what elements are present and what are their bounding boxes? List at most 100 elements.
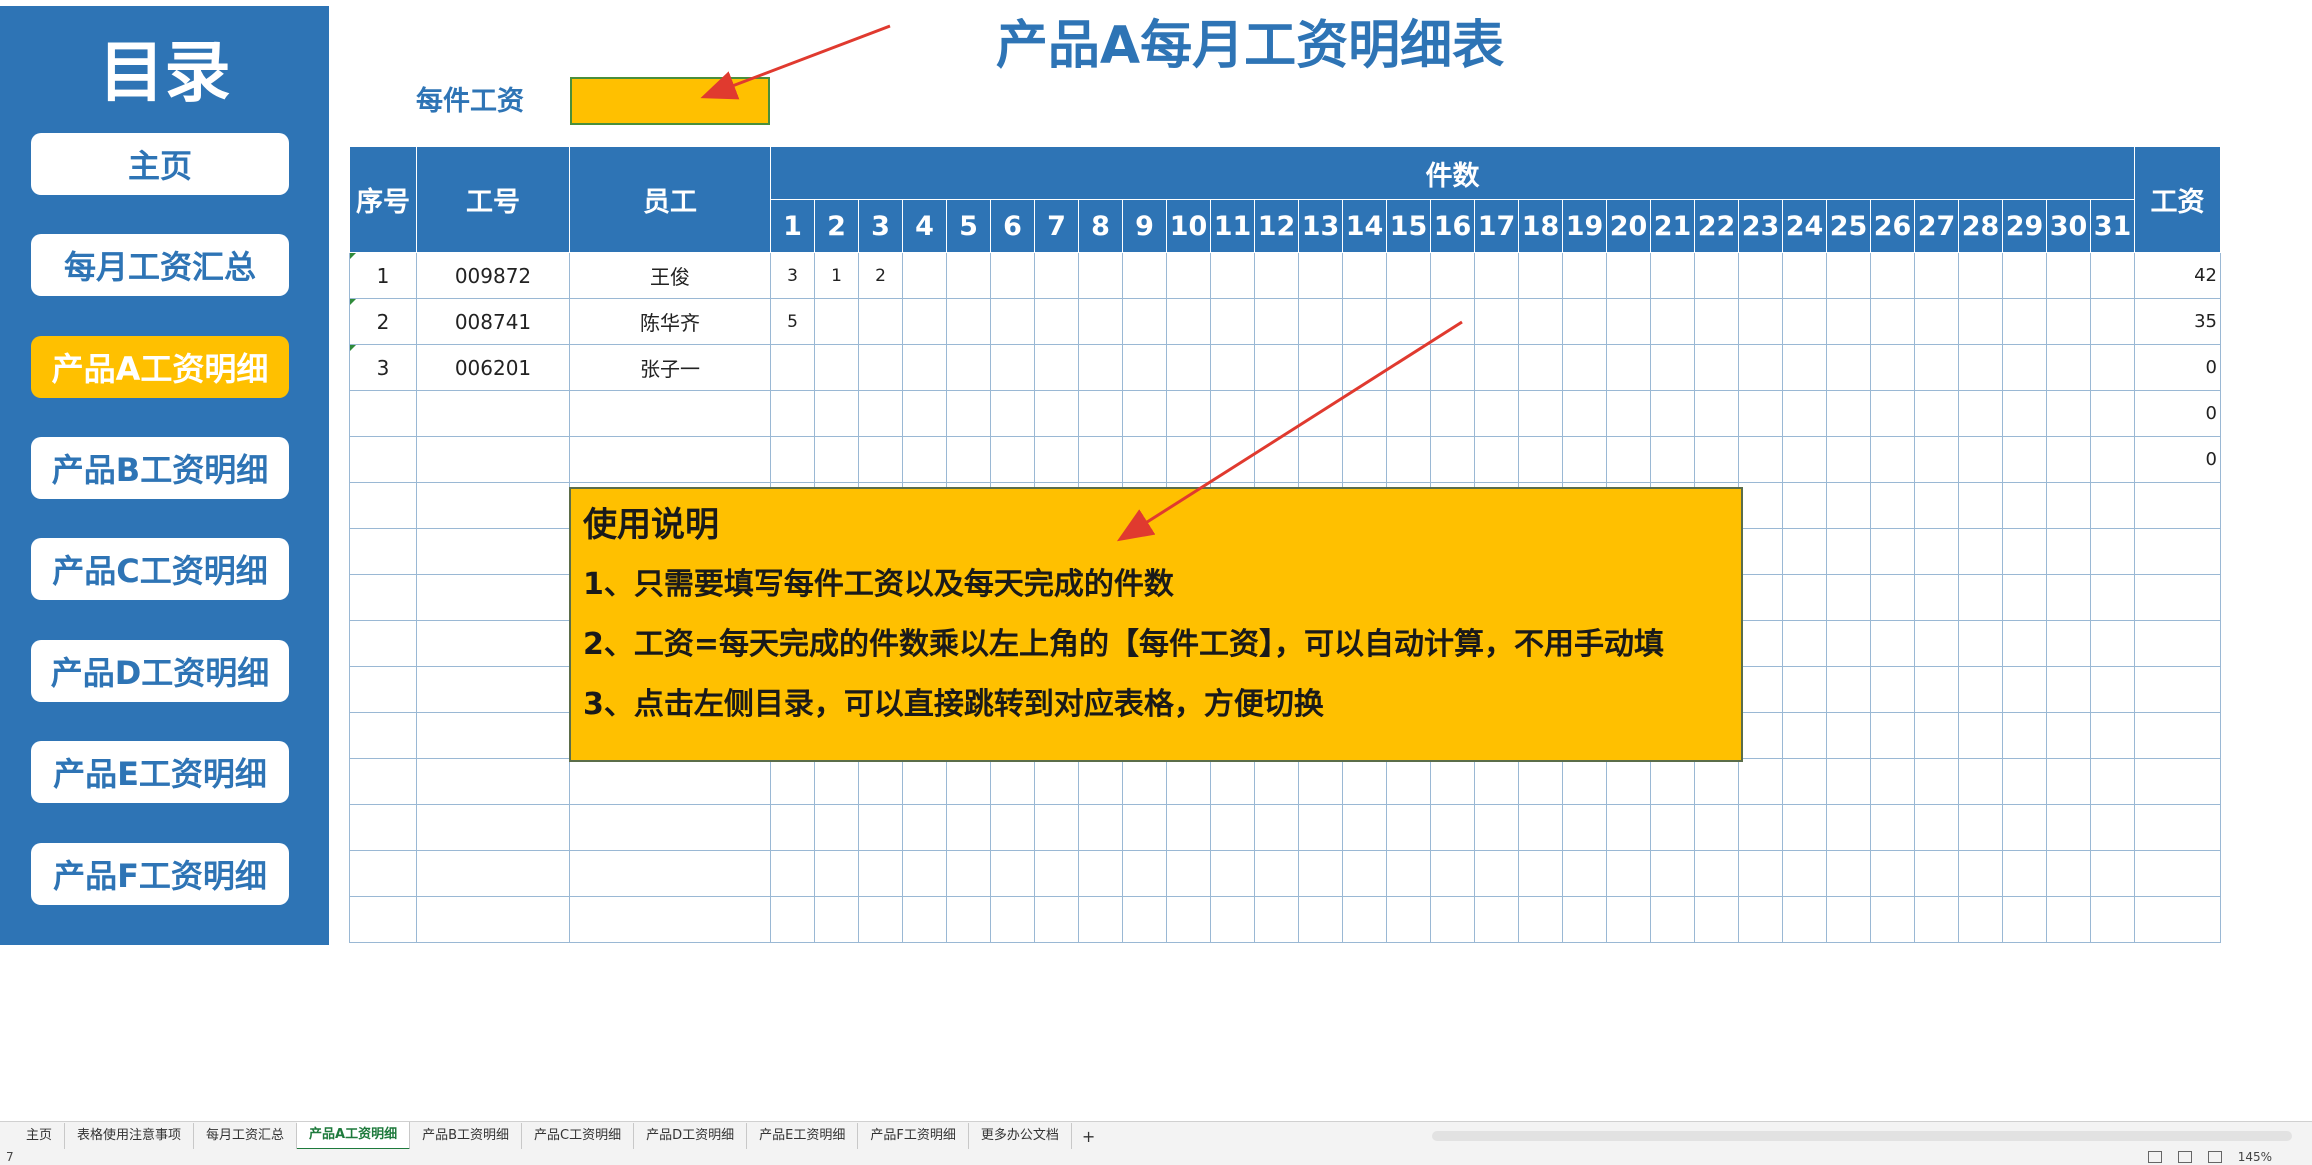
day-cell[interactable]: [1738, 344, 1783, 391]
wage-cell[interactable]: 0: [2134, 344, 2221, 391]
day-cell[interactable]: [1738, 436, 1783, 483]
day-cell[interactable]: [1254, 390, 1299, 437]
seq-cell[interactable]: [349, 850, 417, 897]
day-cell[interactable]: [1826, 574, 1871, 621]
day-cell[interactable]: [770, 344, 815, 391]
day-cell[interactable]: [858, 896, 903, 943]
day-cell[interactable]: [1166, 390, 1211, 437]
day-cell[interactable]: [1870, 896, 1915, 943]
day-cell[interactable]: [1738, 666, 1783, 713]
day-cell[interactable]: [990, 896, 1035, 943]
day-cell[interactable]: [1210, 896, 1255, 943]
day-cell[interactable]: [2002, 344, 2047, 391]
day-cell[interactable]: [1518, 804, 1563, 851]
day-cell[interactable]: [1738, 574, 1783, 621]
day-cell[interactable]: [2046, 344, 2091, 391]
day-cell[interactable]: [1782, 252, 1827, 299]
seq-cell[interactable]: [349, 528, 417, 575]
day-cell[interactable]: [1342, 390, 1387, 437]
day-cell[interactable]: [2090, 850, 2135, 897]
wage-cell[interactable]: 35: [2134, 298, 2221, 345]
day-cell[interactable]: [2002, 298, 2047, 345]
day-cell[interactable]: [2046, 712, 2091, 759]
day-cell[interactable]: [770, 436, 815, 483]
day-cell[interactable]: [1694, 758, 1739, 805]
day-cell[interactable]: [1826, 896, 1871, 943]
day-cell[interactable]: [946, 758, 991, 805]
day-cell[interactable]: [1034, 758, 1079, 805]
day-cell[interactable]: [858, 390, 903, 437]
day-cell[interactable]: [2002, 390, 2047, 437]
name-cell[interactable]: 陈华齐: [569, 298, 771, 345]
nav-button[interactable]: 产品D工资明细: [31, 640, 289, 702]
day-cell[interactable]: [2046, 804, 2091, 851]
seq-cell[interactable]: [349, 482, 417, 529]
day-cell[interactable]: [1562, 344, 1607, 391]
day-cell[interactable]: [1078, 252, 1123, 299]
day-cell[interactable]: [1738, 850, 1783, 897]
day-cell[interactable]: [2002, 436, 2047, 483]
sheet-tab[interactable]: 每月工资汇总: [194, 1123, 298, 1149]
day-cell[interactable]: [1826, 252, 1871, 299]
day-cell[interactable]: [1122, 896, 1167, 943]
day-cell[interactable]: 5: [770, 298, 815, 345]
day-cell[interactable]: [990, 252, 1035, 299]
day-cell[interactable]: [1870, 436, 1915, 483]
sheet-tab[interactable]: 产品B工资明细: [410, 1123, 523, 1149]
day-cell[interactable]: 1: [814, 252, 859, 299]
day-cell[interactable]: [1782, 528, 1827, 575]
wage-cell[interactable]: 42: [2134, 252, 2221, 299]
day-cell[interactable]: [1474, 758, 1519, 805]
day-cell[interactable]: [1958, 850, 2003, 897]
day-cell[interactable]: [1826, 344, 1871, 391]
day-cell[interactable]: [990, 390, 1035, 437]
name-cell[interactable]: [569, 896, 771, 943]
day-cell[interactable]: [1034, 344, 1079, 391]
id-cell[interactable]: [416, 436, 570, 483]
day-cell[interactable]: [1694, 252, 1739, 299]
day-cell[interactable]: [1342, 850, 1387, 897]
day-cell[interactable]: [1122, 344, 1167, 391]
day-cell[interactable]: [2002, 252, 2047, 299]
id-cell[interactable]: [416, 712, 570, 759]
day-cell[interactable]: [814, 298, 859, 345]
day-cell[interactable]: [990, 758, 1035, 805]
day-cell[interactable]: [1474, 298, 1519, 345]
day-cell[interactable]: [1606, 390, 1651, 437]
day-cell[interactable]: [770, 758, 815, 805]
id-cell[interactable]: [416, 574, 570, 621]
day-cell[interactable]: [2046, 850, 2091, 897]
day-cell[interactable]: [814, 896, 859, 943]
day-cell[interactable]: [1738, 528, 1783, 575]
day-cell[interactable]: [770, 390, 815, 437]
day-cell[interactable]: [858, 436, 903, 483]
day-cell[interactable]: [1210, 390, 1255, 437]
day-cell[interactable]: [1210, 850, 1255, 897]
day-cell[interactable]: [2090, 298, 2135, 345]
day-cell[interactable]: [1210, 298, 1255, 345]
day-cell[interactable]: [902, 298, 947, 345]
day-cell[interactable]: [1738, 298, 1783, 345]
day-cell[interactable]: [1166, 298, 1211, 345]
day-cell[interactable]: [1254, 252, 1299, 299]
day-cell[interactable]: [1650, 298, 1695, 345]
wage-cell[interactable]: [2134, 574, 2221, 621]
day-cell[interactable]: [1298, 298, 1343, 345]
id-cell[interactable]: [416, 896, 570, 943]
nav-button[interactable]: 每月工资汇总: [31, 234, 289, 296]
day-cell[interactable]: [1474, 436, 1519, 483]
day-cell[interactable]: [1430, 896, 1475, 943]
day-cell[interactable]: [1958, 804, 2003, 851]
day-cell[interactable]: [1958, 252, 2003, 299]
day-cell[interactable]: [1870, 344, 1915, 391]
day-cell[interactable]: [2090, 804, 2135, 851]
nav-button[interactable]: 产品C工资明细: [31, 538, 289, 600]
id-cell[interactable]: [416, 528, 570, 575]
day-cell[interactable]: [1826, 712, 1871, 759]
name-cell[interactable]: 张子一: [569, 344, 771, 391]
nav-button[interactable]: 产品A工资明细: [31, 336, 289, 398]
id-cell[interactable]: [416, 390, 570, 437]
day-cell[interactable]: [1650, 896, 1695, 943]
day-cell[interactable]: [1606, 252, 1651, 299]
day-cell[interactable]: [1562, 252, 1607, 299]
